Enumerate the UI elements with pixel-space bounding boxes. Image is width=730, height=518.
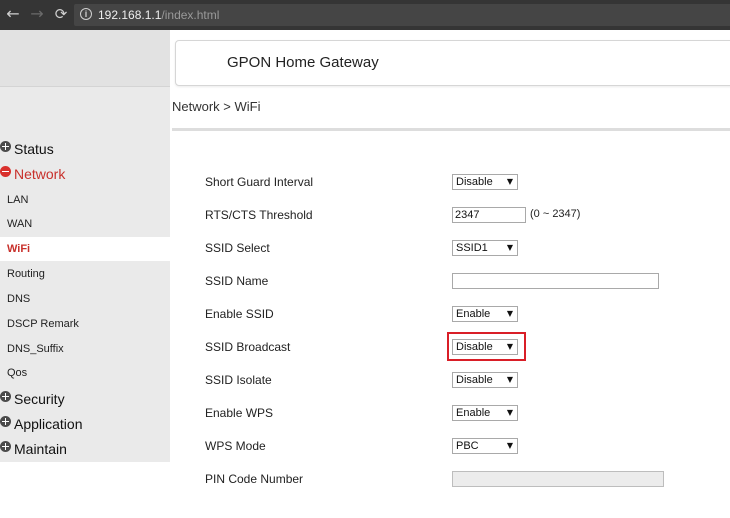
sidebar-item-dns[interactable]: DNS <box>0 287 170 311</box>
forward-arrow-icon[interactable]: → <box>28 5 46 23</box>
sidebar-item-qos[interactable]: Qos <box>0 361 170 385</box>
plus-circle-icon <box>0 441 11 452</box>
pin-code-number-input[interactable] <box>452 471 664 487</box>
select-value: SSID1 <box>456 242 488 254</box>
caret-down-icon: ▼ <box>506 441 513 450</box>
ssid-select-label: SSID Select <box>205 241 270 255</box>
sidebar-category-status[interactable]: Status <box>0 140 54 158</box>
short-guard-interval-select[interactable]: Disable ▼ <box>452 174 518 190</box>
enable-ssid-select[interactable]: Enable ▼ <box>452 306 518 322</box>
plus-circle-icon <box>0 391 11 402</box>
plus-circle-icon <box>0 416 11 427</box>
rts-cts-threshold-label: RTS/CTS Threshold <box>205 208 313 222</box>
select-value: PBC <box>456 440 479 452</box>
sidebar-category-label: Security <box>14 391 65 407</box>
ssid-isolate-label: SSID Isolate <box>205 373 272 387</box>
url-text[interactable]: 192.168.1.1/index.html <box>98 8 219 22</box>
ssid-name-label: SSID Name <box>205 274 269 288</box>
sidebar-item-wifi[interactable]: WiFi <box>0 237 180 261</box>
sidebar-header-area <box>0 30 170 87</box>
breadcrumb: Network > WiFi <box>172 99 261 114</box>
page-title: GPON Home Gateway <box>227 54 379 71</box>
browser-toolbar: ← → ⟳ i 192.168.1.1/index.html <box>0 0 730 30</box>
ssid-broadcast-label: SSID Broadcast <box>205 340 291 354</box>
sidebar-item-lan[interactable]: LAN <box>0 188 170 212</box>
sidebar-category-security[interactable]: Security <box>0 390 65 408</box>
minus-circle-icon <box>0 166 11 177</box>
select-value: Disable <box>456 374 493 386</box>
sidebar-item-wan[interactable]: WAN <box>0 212 170 236</box>
rts-cts-threshold-input[interactable]: 2347 <box>452 207 526 223</box>
url-host: 192.168.1.1 <box>98 8 162 22</box>
sidebar-item-dns-suffix[interactable]: DNS_Suffix <box>0 337 170 361</box>
caret-down-icon: ▼ <box>506 408 513 417</box>
wps-mode-label: WPS Mode <box>205 439 266 453</box>
sidebar-category-label: Maintain <box>14 441 67 457</box>
sidebar-item-dscp-remark[interactable]: DSCP Remark <box>0 312 170 336</box>
address-bar[interactable]: i 192.168.1.1/index.html <box>74 4 730 26</box>
sidebar-item-routing[interactable]: Routing <box>0 262 170 286</box>
highlight-annotation <box>447 332 526 361</box>
caret-down-icon: ▼ <box>506 243 513 252</box>
sidebar-category-label: Status <box>14 141 54 157</box>
sidebar-category-network[interactable]: Network <box>0 165 65 183</box>
page-header: GPON Home Gateway <box>175 40 730 86</box>
select-value: Enable <box>456 407 491 419</box>
sidebar-category-label: Network <box>14 166 66 182</box>
wps-mode-select[interactable]: PBC ▼ <box>452 438 518 454</box>
ssid-name-input[interactable] <box>452 273 659 289</box>
enable-wps-select[interactable]: Enable ▼ <box>452 405 518 421</box>
caret-down-icon: ▼ <box>506 309 513 318</box>
sidebar-category-maintain[interactable]: Maintain <box>0 440 67 458</box>
caret-down-icon: ▼ <box>506 177 513 186</box>
select-value: Disable <box>456 176 493 188</box>
enable-wps-label: Enable WPS <box>205 406 274 420</box>
sidebar-category-label: Application <box>14 416 83 432</box>
pin-code-number-label: PIN Code Number <box>205 472 304 486</box>
enable-ssid-label: Enable SSID <box>205 307 274 321</box>
caret-down-icon: ▼ <box>506 375 513 384</box>
plus-circle-icon <box>0 141 11 152</box>
url-path: /index.html <box>161 8 220 22</box>
short-guard-interval-label: Short Guard Interval <box>205 175 314 189</box>
reload-icon[interactable]: ⟳ <box>52 5 70 23</box>
ssid-select-dropdown[interactable]: SSID1 ▼ <box>452 240 518 256</box>
info-icon[interactable]: i <box>80 8 92 20</box>
divider <box>172 128 730 131</box>
select-value: Enable <box>456 308 491 320</box>
rts-cts-threshold-hint: (0 ~ 2347) <box>530 208 581 220</box>
back-arrow-icon[interactable]: ← <box>4 5 22 23</box>
ssid-isolate-select[interactable]: Disable ▼ <box>452 372 518 388</box>
sidebar-category-application[interactable]: Application <box>0 415 83 433</box>
